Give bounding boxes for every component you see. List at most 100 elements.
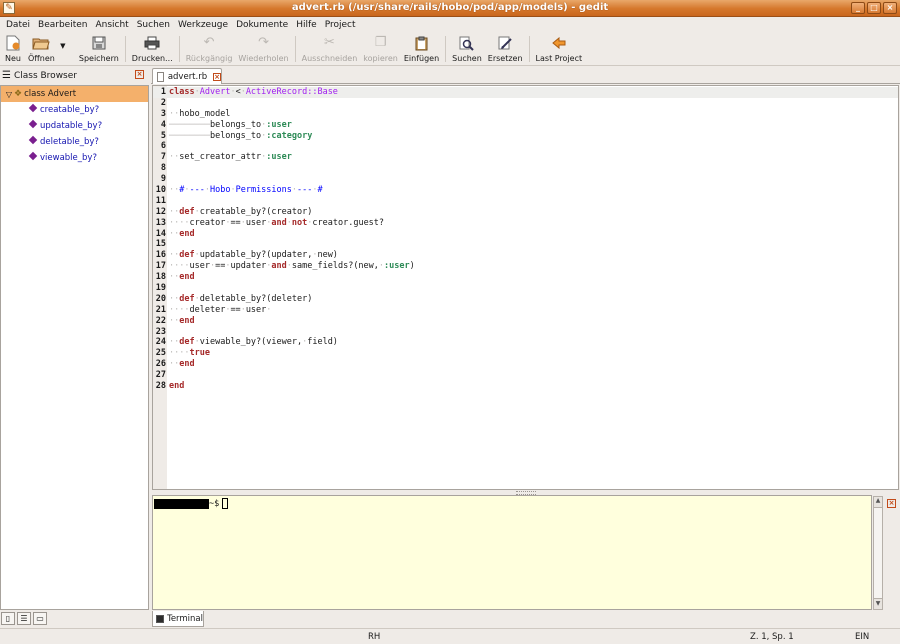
editor-view[interactable]: 1 class·Advert·<·ActiveRecord::Base 2 3 ··… (152, 85, 899, 490)
line-text: class·Advert·<·ActiveRecord::Base (169, 87, 338, 97)
redacted-hostname (154, 498, 209, 509)
code-line[interactable]: 8 (153, 163, 898, 174)
menubar: Datei Bearbeiten Ansicht Suchen Werkzeug… (0, 17, 900, 32)
code-line[interactable]: 10 ··#·---·Hobo·Permissions·---·# (153, 185, 898, 196)
save-button[interactable]: Speichern (76, 32, 122, 65)
tree-method-item[interactable]: creatable_by? (1, 102, 148, 118)
open-recent-dropdown[interactable]: ▼ (58, 32, 68, 50)
line-number: 25 (155, 348, 166, 359)
documents-tab-icon[interactable]: ▯ (1, 612, 15, 625)
expander-triangle-icon[interactable]: ▽ (4, 90, 14, 99)
redo-arrow-icon: ↷ (258, 35, 269, 50)
method-label: updatable_by? (40, 121, 103, 131)
code-line[interactable]: 28 end (153, 381, 898, 392)
menu-suchen[interactable]: Suchen (133, 20, 174, 30)
code-line[interactable]: 20 ··def·deletable_by?(deleter) (153, 294, 898, 305)
find-button[interactable]: Suchen (449, 32, 485, 65)
line-number: 16 (155, 250, 166, 261)
line-text: ··hobo_model (169, 108, 231, 119)
scroll-down-arrow-icon[interactable]: ▼ (874, 600, 882, 609)
terminal-scrollbar[interactable]: ▲ ▼ (873, 496, 883, 610)
file-browser-tab-icon[interactable]: ▭ (33, 612, 47, 625)
save-disk-icon (90, 35, 108, 51)
maximize-button[interactable]: □ (867, 2, 881, 14)
side-panel: ☰ Class Browser × ▽ ❖ class Advert creat… (0, 67, 149, 612)
cut-button[interactable]: ✂ Ausschneiden (299, 32, 361, 65)
tab-advert-rb[interactable]: advert.rb × (152, 68, 222, 84)
open-button[interactable]: Öffnen (25, 32, 58, 65)
code-line[interactable]: 9 (153, 174, 898, 185)
method-label: viewable_by? (40, 153, 97, 163)
line-number: 18 (155, 272, 166, 283)
undo-button[interactable]: ↶ Rückgängig (183, 32, 236, 65)
code-line[interactable]: 24 ··def·viewable_by?(viewer,·field) (153, 337, 898, 348)
line-text: ··set_creator_attr·:user (169, 152, 292, 163)
tree-method-item[interactable]: deletable_by? (1, 134, 148, 150)
code-line[interactable]: 2 (153, 98, 898, 109)
tree-method-item[interactable]: updatable_by? (1, 118, 148, 134)
method-label: deletable_by? (40, 137, 99, 147)
minimize-button[interactable]: _ (851, 2, 865, 14)
redo-button-label: Wiederholen (238, 54, 289, 63)
line-text (167, 163, 169, 174)
code-line[interactable]: 7 ··set_creator_attr·:user (153, 152, 898, 163)
menu-werkzeuge[interactable]: Werkzeuge (174, 20, 232, 30)
replace-button[interactable]: Ersetzen (485, 32, 526, 65)
menu-ansicht[interactable]: Ansicht (91, 20, 132, 30)
line-text: ····deleter·==·user· (169, 304, 272, 315)
line-number: 24 (155, 337, 166, 348)
code-line[interactable]: 3 ··hobo_model (153, 109, 898, 120)
new-document-icon (4, 35, 22, 51)
copy-button[interactable]: ❐ kopieren (360, 32, 401, 65)
code-line[interactable]: 4 ────────belongs_to·:user (153, 120, 898, 131)
code-line[interactable]: 15 (153, 239, 898, 250)
tree-method-item[interactable]: viewable_by? (1, 150, 148, 166)
redo-button[interactable]: ↷ Wiederholen (235, 32, 291, 65)
code-line[interactable]: 19 (153, 283, 898, 294)
code-line[interactable]: 23 (153, 327, 898, 338)
code-line[interactable]: 25 ····true (153, 348, 898, 359)
close-window-button[interactable]: × (883, 2, 897, 14)
code-line[interactable]: 16 ··def·updatable_by?(updater,·new) (153, 250, 898, 261)
last-project-button-label: Last Project (535, 54, 583, 63)
code-line[interactable]: 21 ····deleter·==·user· (153, 305, 898, 316)
code-line[interactable]: 22 ··end (153, 316, 898, 327)
tree-class-node[interactable]: ▽ ❖ class Advert (1, 86, 148, 102)
side-panel-close-icon[interactable]: × (135, 70, 144, 79)
menu-datei[interactable]: Datei (2, 20, 34, 30)
new-button[interactable]: Neu (1, 32, 25, 65)
code-line[interactable]: 13 ····creator·==·user·and·not·creator.gu… (153, 218, 898, 229)
paste-button[interactable]: Einfügen (401, 32, 442, 65)
copy-icon: ❐ (374, 35, 387, 50)
scroll-up-arrow-icon[interactable]: ▲ (874, 497, 882, 506)
line-text (167, 174, 169, 185)
code-line[interactable]: 5 ────────belongs_to·:category (153, 131, 898, 142)
bottom-panel-close-icon[interactable]: × (887, 499, 896, 508)
line-number: 10 (155, 185, 166, 196)
code-line[interactable]: 26 ··end (153, 359, 898, 370)
code-line[interactable]: 12 ··def·creatable_by?(creator) (153, 207, 898, 218)
menu-dokumente[interactable]: Dokumente (232, 20, 292, 30)
line-text: ··end (169, 315, 195, 326)
terminal-view[interactable]: ~$ (152, 495, 872, 610)
code-line[interactable]: 27 (153, 370, 898, 381)
print-button[interactable]: Drucken... (129, 32, 176, 65)
scrollbar-thumb[interactable] (874, 507, 882, 599)
line-number: 28 (155, 381, 166, 392)
code-line[interactable]: 17 ····user·==·updater·and·same_fields?(n… (153, 261, 898, 272)
class-browser-tab-icon[interactable]: ☰ (17, 612, 31, 625)
last-project-button[interactable]: Last Project (533, 32, 586, 65)
tab-terminal[interactable]: Terminal (152, 611, 204, 627)
menu-project[interactable]: Project (321, 20, 360, 30)
menu-bearbeiten[interactable]: Bearbeiten (34, 20, 91, 30)
menu-hilfe[interactable]: Hilfe (292, 20, 320, 30)
code-line[interactable]: 11 (153, 196, 898, 207)
code-line[interactable]: 18 ··end (153, 272, 898, 283)
line-number: 9 (160, 174, 166, 185)
class-icon: ❖ (14, 89, 23, 99)
class-node-label: class Advert (24, 89, 77, 99)
code-line[interactable]: 1 class·Advert·<·ActiveRecord::Base (153, 87, 898, 98)
tab-close-icon[interactable]: × (213, 72, 221, 81)
code-line[interactable]: 14 ··end (153, 229, 898, 240)
code-line[interactable]: 6 (153, 141, 898, 152)
